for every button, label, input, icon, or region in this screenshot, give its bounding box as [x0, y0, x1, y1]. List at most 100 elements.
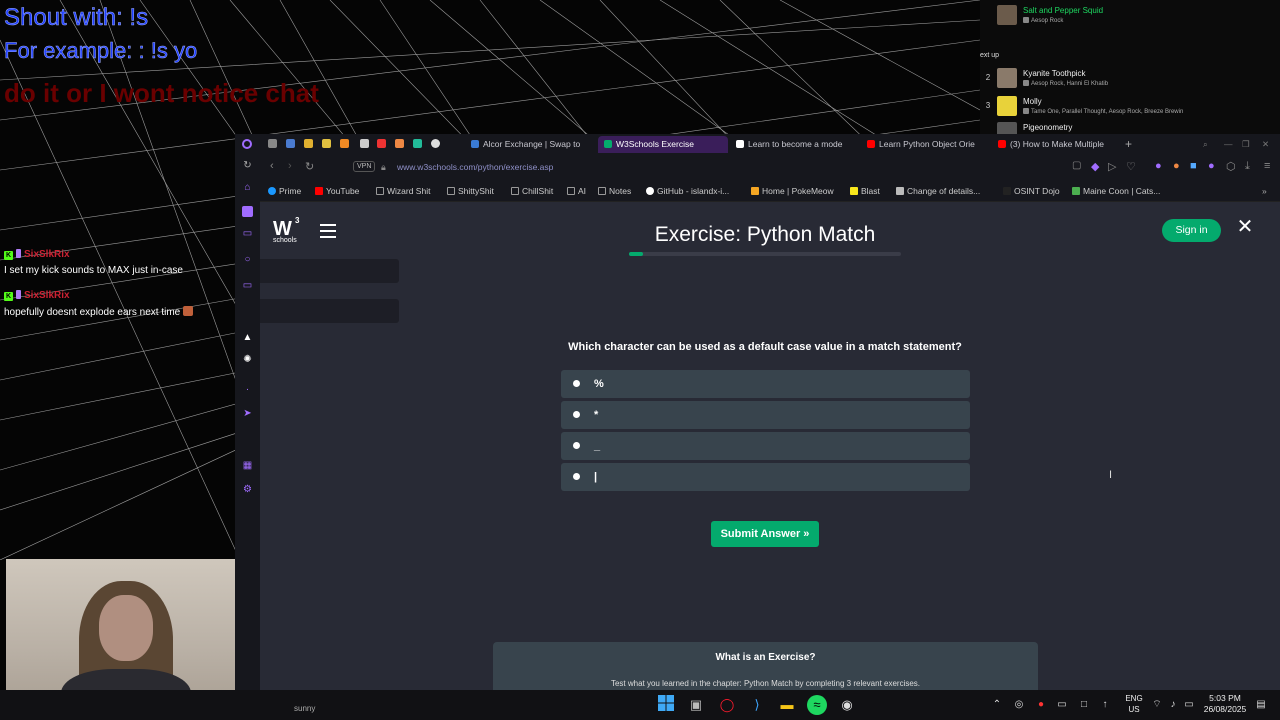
- heart-icon[interactable]: ♡: [1126, 160, 1136, 173]
- queue-item[interactable]: 2 Kyanite Toothpick Aesop Rock, Hanni El…: [980, 67, 1280, 93]
- messenger-icon[interactable]: ▭: [242, 228, 253, 239]
- submit-answer-button[interactable]: Submit Answer »: [711, 521, 819, 547]
- spotify-icon[interactable]: ≈: [807, 695, 827, 715]
- folder-icon: [447, 187, 455, 195]
- bookmark-folder[interactable]: AI: [567, 186, 586, 196]
- tray-app-icon[interactable]: ▭: [1056, 699, 1068, 711]
- bookmark-folder[interactable]: ChillShit: [511, 186, 553, 196]
- extensions-icon[interactable]: ⬡: [1226, 160, 1236, 173]
- tab-how-to[interactable]: (3) How to Make Multiple: [998, 136, 1118, 153]
- menu-icon[interactable]: ≡: [1264, 160, 1270, 172]
- aria-icon[interactable]: ▲: [242, 332, 253, 343]
- system-clock[interactable]: 5:03 PM 26/08/2025: [1201, 693, 1249, 715]
- chat-username-line: K SixSlkRix: [4, 290, 70, 301]
- tray-expand-icon[interactable]: ⌃: [991, 699, 1003, 711]
- bookmark-item[interactable]: Change of details...: [896, 186, 980, 196]
- discord-icon[interactable]: ▭: [242, 280, 253, 291]
- bookmark-folder[interactable]: Wizard Shit: [376, 186, 430, 196]
- back-icon[interactable]: ‹: [270, 160, 274, 172]
- discord-tray-icon[interactable]: ◎: [1013, 699, 1025, 711]
- google-icon[interactable]: [431, 139, 440, 148]
- search-tabs-icon[interactable]: ⌕: [1203, 136, 1215, 153]
- volume-icon[interactable]: ♪: [1167, 699, 1179, 711]
- forward-icon[interactable]: ›: [288, 160, 292, 172]
- extension-icon[interactable]: [340, 139, 349, 148]
- extension-icon[interactable]: [322, 139, 331, 148]
- home-icon[interactable]: ⌂: [242, 182, 253, 193]
- extension-icon[interactable]: [413, 139, 422, 148]
- close-window-icon[interactable]: ✕: [1262, 136, 1274, 153]
- task-view-icon[interactable]: ▣: [686, 695, 706, 715]
- tab-learn-python[interactable]: Learn Python Object Orie: [867, 136, 987, 153]
- bookmark-item[interactable]: OSINT Dojo: [1003, 186, 1060, 196]
- extension-icon[interactable]: [304, 139, 313, 148]
- bookmark-item[interactable]: GitHub - islandx-i...: [646, 186, 729, 196]
- answer-option[interactable]: %: [561, 370, 970, 398]
- twitch-icon[interactable]: [242, 206, 253, 217]
- vpn-badge[interactable]: VPN: [353, 161, 376, 172]
- wifi-icon[interactable]: ⌔: [1151, 699, 1163, 711]
- answer-option[interactable]: _: [561, 432, 970, 460]
- notifications-icon[interactable]: ▤: [1255, 699, 1267, 711]
- whatsapp-icon[interactable]: ○: [242, 254, 253, 265]
- music-queue-overlay: Salt and Pepper Squid Aesop Rock ext up …: [980, 0, 1280, 142]
- send-icon[interactable]: ➤: [242, 408, 253, 419]
- settings-icon[interactable]: ⚙: [242, 484, 253, 495]
- bookmark-item[interactable]: Home | PokeMeow: [751, 186, 834, 196]
- url-field[interactable]: www.w3schools.com/python/exercise.asp: [397, 162, 553, 172]
- extension-icon[interactable]: ●: [1173, 160, 1180, 172]
- lock-icon[interactable]: 🔒︎: [381, 162, 386, 173]
- chat-message: hopefully doesnt explode ears next time: [4, 306, 194, 318]
- queue-item[interactable]: 3 Molly Tame One, Parallel Thought, Aeso…: [980, 95, 1280, 121]
- bookmark-folder[interactable]: Notes: [598, 186, 631, 196]
- new-tab-button[interactable]: +: [1125, 136, 1137, 153]
- maximize-icon[interactable]: ❐: [1242, 136, 1254, 153]
- reload-icon[interactable]: ↻: [305, 160, 314, 173]
- minimize-icon[interactable]: —: [1224, 136, 1236, 153]
- extension-icon[interactable]: ■: [1190, 160, 1197, 172]
- refresh-icon[interactable]: ↻: [242, 160, 253, 171]
- download-icon[interactable]: ⤓: [1245, 160, 1250, 173]
- extension-icon[interactable]: ●: [1155, 160, 1162, 172]
- more-bookmarks-icon[interactable]: »: [1262, 186, 1267, 196]
- tab-learn-mode[interactable]: Learn to become a mode: [736, 136, 854, 153]
- album-art: [997, 5, 1017, 25]
- bookmark-folder[interactable]: ShittyShit: [447, 186, 494, 196]
- sign-in-button[interactable]: Sign in: [1162, 219, 1221, 242]
- bookmark-item[interactable]: Prime: [268, 186, 301, 196]
- extension-icon[interactable]: [268, 139, 277, 148]
- kick-badge-icon: K: [4, 251, 13, 260]
- bookmark-item[interactable]: Blast: [850, 186, 880, 196]
- tab-w3schools[interactable]: W3Schools Exercise: [598, 136, 728, 153]
- close-exercise-icon[interactable]: ✕: [1236, 217, 1254, 237]
- opera-gx-icon[interactable]: ◯: [717, 695, 737, 715]
- tab-alcor[interactable]: Alcor Exchange | Swap to: [471, 136, 587, 153]
- battery-icon[interactable]: ▭: [1183, 699, 1195, 711]
- shield-icon[interactable]: ◆: [1091, 160, 1099, 173]
- opera-icon[interactable]: [242, 139, 252, 149]
- file-explorer-icon[interactable]: ▬: [777, 695, 797, 715]
- extension-icon[interactable]: [395, 139, 404, 148]
- answer-option[interactable]: |: [561, 463, 970, 491]
- tray-app-icon[interactable]: ●: [1035, 699, 1047, 711]
- bookmark-item[interactable]: Maine Coon | Cats...: [1072, 186, 1160, 196]
- microphone-icon[interactable]: ↑: [1099, 699, 1111, 711]
- extension-icon[interactable]: [286, 139, 295, 148]
- play-icon[interactable]: ▷: [1108, 160, 1116, 173]
- answer-option[interactable]: *: [561, 401, 970, 429]
- snapshot-icon[interactable]: ▢: [1072, 160, 1081, 171]
- sidebar-placeholder: [260, 299, 399, 323]
- bookmark-item[interactable]: YouTube: [315, 186, 359, 196]
- dots-icon[interactable]: ·: [242, 384, 253, 395]
- extension-icon[interactable]: ●: [1208, 160, 1215, 172]
- language-indicator[interactable]: ENG US: [1124, 693, 1144, 715]
- address-bar: ‹ › ↻ VPN 🔒︎ www.w3schools.com/python/ex…: [260, 154, 1280, 182]
- vscode-icon[interactable]: ⟩: [747, 695, 767, 715]
- obs-icon[interactable]: ◉: [837, 695, 857, 715]
- extension-icon[interactable]: [360, 139, 369, 148]
- apps-icon[interactable]: ▦: [242, 460, 253, 471]
- chatgpt-icon[interactable]: ✺: [242, 354, 253, 365]
- extension-icon[interactable]: [377, 139, 386, 148]
- windows-start-icon[interactable]: [656, 695, 676, 715]
- tray-app-icon[interactable]: □: [1078, 699, 1090, 711]
